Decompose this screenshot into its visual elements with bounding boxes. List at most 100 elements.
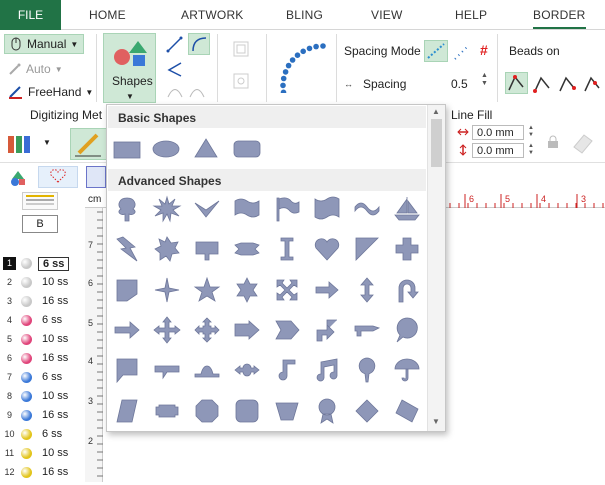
- shape-rounded-square[interactable]: [235, 399, 259, 423]
- shape-star-4[interactable]: [154, 277, 180, 303]
- lock-icon[interactable]: [547, 135, 559, 149]
- shape-rectangle[interactable]: [113, 141, 141, 159]
- tab-bling[interactable]: BLING: [286, 8, 323, 22]
- shape-arrow-callout[interactable]: [234, 320, 260, 340]
- thumbnail[interactable]: [22, 192, 58, 210]
- heart-select-button[interactable]: [38, 166, 78, 188]
- shape-left-right-callout[interactable]: [354, 325, 381, 337]
- shape-shield[interactable]: [116, 279, 138, 302]
- height-spinner-icon[interactable]: ▲ ▼: [528, 143, 534, 157]
- shape-ellipse-arrows[interactable]: [234, 363, 260, 377]
- height-input[interactable]: 0.0 mm: [472, 143, 524, 158]
- shape-rounded-rectangle[interactable]: [233, 140, 261, 158]
- shape-four-arrows[interactable]: [153, 316, 181, 344]
- color-shapes-icon[interactable]: [9, 169, 27, 187]
- line-tool-icon[interactable]: [165, 35, 185, 55]
- tab-home[interactable]: HOME: [89, 8, 126, 22]
- shape-chevron-arrow[interactable]: [275, 320, 300, 340]
- shape-flag[interactable]: [276, 197, 300, 222]
- shape-bent-arrow[interactable]: [316, 319, 337, 342]
- shape-i-beam[interactable]: [280, 237, 294, 261]
- list-item[interactable]: 2 10 ss: [0, 273, 85, 292]
- shape-pin[interactable]: [358, 357, 376, 383]
- vertex-2-icon[interactable]: [532, 74, 552, 94]
- shape-line-callout[interactable]: [154, 365, 180, 380]
- shape-rect-callout[interactable]: [116, 358, 138, 384]
- list-item[interactable]: 3 16 ss: [0, 292, 85, 311]
- list-item[interactable]: 4 6 ss: [0, 311, 85, 330]
- beads-on-vertex-button[interactable]: [505, 72, 528, 94]
- tab-artwork[interactable]: ARTWORK: [181, 8, 244, 22]
- shapes-button[interactable]: Shapes ▼: [103, 33, 156, 103]
- shape-umbrella[interactable]: [394, 358, 420, 382]
- vertex-3-icon[interactable]: [557, 74, 577, 94]
- shape-star-6[interactable]: [236, 277, 258, 303]
- bead-arc-icon[interactable]: [276, 38, 331, 93]
- shape-wave[interactable]: [354, 202, 380, 216]
- shape-wave-banner[interactable]: [234, 198, 260, 218]
- shape-tree[interactable]: [118, 197, 136, 222]
- shape-cross[interactable]: [395, 237, 419, 261]
- shape-cross-arrows[interactable]: [276, 279, 298, 301]
- chevron-down-icon[interactable]: ▼: [43, 138, 51, 147]
- list-item[interactable]: 6 16 ss: [0, 349, 85, 368]
- width-input[interactable]: 0.0 mm: [472, 125, 524, 140]
- shape-u-turn-arrow[interactable]: [398, 279, 419, 303]
- list-item[interactable]: 9 16 ss: [0, 406, 85, 425]
- scroll-up-icon[interactable]: ▲: [432, 107, 440, 116]
- spacing-value[interactable]: 0.5: [451, 77, 468, 91]
- shape-four-arrows-2[interactable]: [194, 317, 220, 343]
- shape-ship[interactable]: [394, 197, 420, 221]
- shape-music-note[interactable]: [278, 359, 296, 381]
- list-item[interactable]: 11 10 ss: [0, 444, 85, 463]
- shape-arrow-right-2[interactable]: [114, 321, 140, 339]
- shape-ribbon-banner[interactable]: [314, 196, 340, 220]
- shape-parallelogram[interactable]: [116, 399, 138, 423]
- shape-octagon[interactable]: [195, 399, 219, 423]
- shape-rounded-tab[interactable]: [155, 404, 179, 418]
- shape-triangle[interactable]: [194, 138, 218, 158]
- list-item[interactable]: 7 6 ss: [0, 368, 85, 387]
- shape-star-5[interactable]: [193, 276, 221, 302]
- shape-seal-8[interactable]: [154, 236, 180, 262]
- frame-icon[interactable]: [232, 40, 250, 58]
- digitize-tool-button[interactable]: [70, 128, 108, 160]
- shape-music-notes[interactable]: [316, 358, 338, 382]
- ss-box[interactable]: B: [22, 215, 58, 233]
- shape-corner[interactable]: [355, 237, 379, 261]
- frame-2-icon[interactable]: [232, 72, 250, 90]
- polyline-icon[interactable]: [165, 60, 185, 80]
- list-item[interactable]: 8 10 ss: [0, 387, 85, 406]
- page-button[interactable]: [86, 166, 106, 188]
- shape-ellipse[interactable]: [152, 140, 180, 158]
- auto-button[interactable]: Auto ▼: [4, 59, 63, 79]
- shape-check[interactable]: [194, 200, 220, 218]
- shape-round-callout[interactable]: [396, 317, 418, 343]
- shape-tilted-diamond[interactable]: [395, 399, 419, 423]
- shape-arrow-right[interactable]: [315, 281, 339, 299]
- list-item[interactable]: 12 16 ss: [0, 463, 85, 482]
- arc-tool-button[interactable]: [188, 33, 210, 55]
- list-item[interactable]: 5 10 ss: [0, 330, 85, 349]
- spacing-mode-dots-button[interactable]: [424, 40, 448, 62]
- list-item[interactable]: 1 6 ss: [0, 254, 85, 273]
- tab-view[interactable]: VIEW: [371, 8, 402, 22]
- shape-bow-banner[interactable]: [234, 242, 260, 256]
- shape-starburst[interactable]: [152, 195, 182, 223]
- shape-heart[interactable]: [314, 238, 340, 261]
- freehand-button[interactable]: FreeHand ▼: [4, 82, 93, 102]
- eraser-icon[interactable]: [570, 129, 596, 155]
- shape-hat[interactable]: [194, 365, 220, 378]
- shape-lightning[interactable]: [116, 236, 138, 262]
- scroll-thumb[interactable]: [431, 119, 442, 167]
- tab-border[interactable]: BORDER: [533, 8, 586, 29]
- list-item[interactable]: 10 6 ss: [0, 425, 85, 444]
- thread-spools-icon[interactable]: [6, 133, 34, 155]
- dropdown-scrollbar[interactable]: ▲ ▼: [427, 105, 445, 431]
- file-tab[interactable]: FILE: [0, 0, 61, 30]
- shape-sign[interactable]: [195, 241, 219, 261]
- shape-trapezoid[interactable]: [275, 402, 299, 421]
- dashed-line-icon[interactable]: [452, 42, 472, 62]
- tab-help[interactable]: HELP: [455, 8, 487, 22]
- manual-button[interactable]: Manual ▼: [4, 34, 84, 54]
